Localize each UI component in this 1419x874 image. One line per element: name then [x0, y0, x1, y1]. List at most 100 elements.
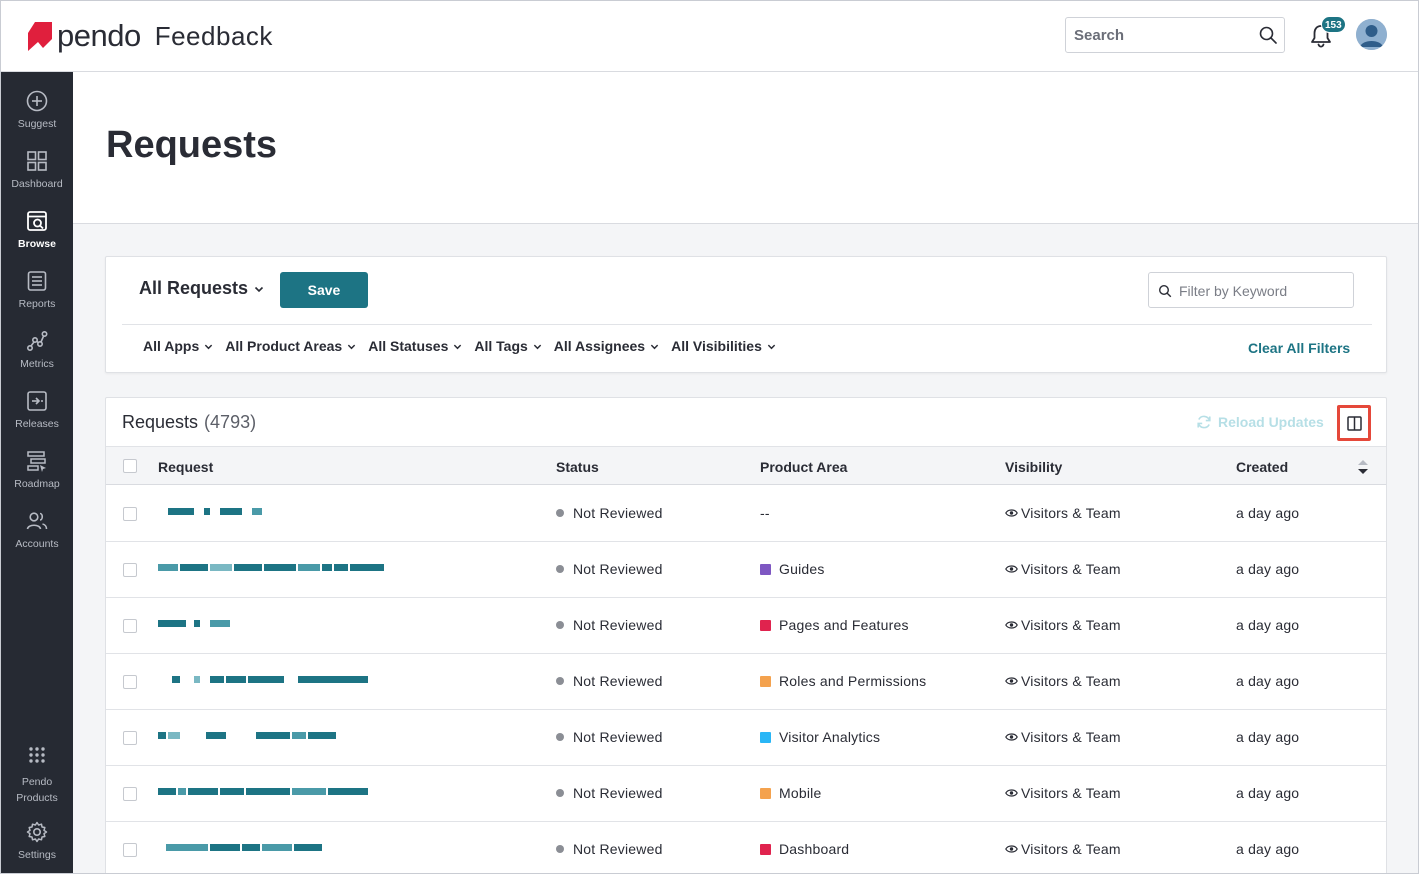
sidebar-item-browse[interactable]: Browse [1, 209, 73, 269]
keyword-filter[interactable] [1148, 272, 1354, 308]
visibility-text: Visitors & Team [1021, 673, 1121, 689]
sidebar-item-reports[interactable]: Reports [1, 269, 73, 329]
redaction-block [182, 732, 204, 739]
table-row[interactable]: Not Reviewed Mobile Visitors & Team a day a… [106, 766, 1386, 822]
product-area-color-swatch [760, 620, 771, 631]
sidebar-item-releases[interactable]: Releases [1, 389, 73, 449]
table-row[interactable]: Not Reviewed Roles and Permissions Visitor… [106, 654, 1386, 710]
avatar[interactable] [1356, 19, 1387, 50]
select-all-checkbox[interactable] [123, 459, 137, 473]
filter-tags-dropdown[interactable]: All Tags [474, 338, 541, 354]
logo[interactable]: pendo Feedback [25, 20, 273, 52]
search-input[interactable] [1074, 25, 1254, 45]
eye-icon [1005, 621, 1018, 629]
row-checkbox[interactable] [123, 731, 137, 745]
filter-panel: All Requests Save All Apps All Product A… [105, 256, 1387, 373]
status-text: Not Reviewed [573, 785, 663, 801]
product-area-text: Dashboard [779, 841, 850, 857]
clear-all-filters-link[interactable]: Clear All Filters [1248, 340, 1350, 356]
request-title-redacted[interactable] [158, 676, 370, 685]
table-row[interactable]: Not Reviewed Guides Visitors & Team a day a… [106, 542, 1386, 598]
filter-product-areas-dropdown[interactable]: All Product Areas [225, 338, 356, 354]
column-settings-button[interactable] [1337, 405, 1371, 441]
keyword-input[interactable] [1179, 281, 1349, 301]
status-cell: Not Reviewed [556, 841, 663, 857]
saved-view-dropdown[interactable]: All Requests [139, 278, 264, 299]
product-area-cell: Mobile [760, 785, 821, 801]
browse-icon [27, 211, 47, 231]
request-title-redacted[interactable] [158, 564, 386, 573]
grid-icon [27, 151, 47, 171]
redaction-block [256, 732, 290, 739]
status-dot [556, 621, 564, 629]
column-header-product-area[interactable]: Product Area [760, 459, 847, 475]
redaction-block [210, 676, 224, 683]
row-checkbox[interactable] [123, 619, 137, 633]
redaction-block [180, 564, 208, 571]
sidebar-item-label: Roadmap [14, 478, 60, 490]
row-checkbox[interactable] [123, 843, 137, 857]
filter-assignees-dropdown[interactable]: All Assignees [554, 338, 659, 354]
product-area-color-swatch [760, 732, 771, 743]
sidebar-item-metrics[interactable]: Metrics [1, 329, 73, 389]
filter-statuses-dropdown[interactable]: All Statuses [368, 338, 462, 354]
status-text: Not Reviewed [573, 561, 663, 577]
eye-icon [1005, 789, 1018, 797]
column-header-visibility[interactable]: Visibility [1005, 459, 1062, 475]
column-header-status[interactable]: Status [556, 459, 599, 475]
chevron-down-icon [767, 344, 776, 349]
eye-icon [1005, 845, 1018, 853]
created-cell: a day ago [1236, 785, 1300, 801]
sidebar-item-roadmap[interactable]: Roadmap [1, 449, 73, 509]
table-row[interactable]: Not Reviewed -- Visitors & Team a day ago [106, 486, 1386, 542]
product-area-cell: Guides [760, 561, 825, 577]
sidebar-item-label: Settings [18, 849, 56, 861]
product-area-cell: Roles and Permissions [760, 673, 926, 689]
request-title-redacted[interactable] [158, 732, 338, 741]
sidebar-item-dashboard[interactable]: Dashboard [1, 149, 73, 209]
column-header-request[interactable]: Request [158, 459, 213, 475]
sidebar-item-accounts[interactable]: Accounts [1, 509, 73, 569]
plus-circle-icon [26, 90, 48, 112]
column-header-created[interactable]: Created [1236, 459, 1288, 475]
sidebar-item-pendo-products[interactable]: Pendo Products [1, 743, 73, 807]
page-header: Requests [73, 72, 1418, 224]
divider [122, 324, 1372, 325]
row-checkbox[interactable] [123, 787, 137, 801]
product-area-text: Roles and Permissions [779, 673, 927, 689]
table-row[interactable]: Not Reviewed Visitor Analytics Visitors & … [106, 710, 1386, 766]
redaction-block [292, 788, 326, 795]
sidebar-item-label: Suggest [17, 118, 57, 130]
sidebar-item-suggest[interactable]: Suggest [1, 89, 73, 149]
table-row[interactable]: Not Reviewed Dashboard Visitors & Team a da… [106, 822, 1386, 873]
filter-visibilities-dropdown[interactable]: All Visibilities [671, 338, 776, 354]
sort-icon[interactable] [1357, 458, 1369, 476]
reload-updates-button[interactable]: Reload Updates [1196, 414, 1324, 430]
redaction-block [168, 508, 194, 515]
product-area-text: Pages and Features [779, 617, 909, 633]
request-title-redacted[interactable] [158, 844, 324, 853]
table-row[interactable]: Not Reviewed Pages and Features Visitors &… [106, 598, 1386, 654]
reload-label: Reload Updates [1218, 414, 1324, 430]
sidebar-item-label: Pendo Products [1, 774, 73, 806]
sidebar-item-label-line-1: Pendo [21, 776, 53, 788]
request-title-redacted[interactable] [158, 508, 264, 517]
filter-apps-dropdown[interactable]: All Apps [143, 338, 213, 354]
product-area-color-swatch [760, 788, 771, 799]
status-text: Not Reviewed [573, 505, 663, 521]
refresh-icon [1197, 415, 1211, 429]
releases-icon [27, 391, 47, 411]
request-title-redacted[interactable] [158, 788, 370, 797]
redaction-block [298, 676, 368, 683]
sidebar-item-settings[interactable]: Settings [1, 820, 73, 873]
row-checkbox[interactable] [123, 563, 137, 577]
request-title-redacted[interactable] [158, 620, 232, 629]
search-icon[interactable] [1258, 25, 1278, 45]
redaction-block [188, 620, 192, 627]
created-cell: a day ago [1236, 841, 1300, 857]
save-button[interactable]: Save [280, 272, 368, 308]
row-checkbox[interactable] [123, 675, 137, 689]
row-checkbox[interactable] [123, 507, 137, 521]
redaction-block [158, 732, 166, 739]
global-search[interactable] [1065, 17, 1285, 53]
